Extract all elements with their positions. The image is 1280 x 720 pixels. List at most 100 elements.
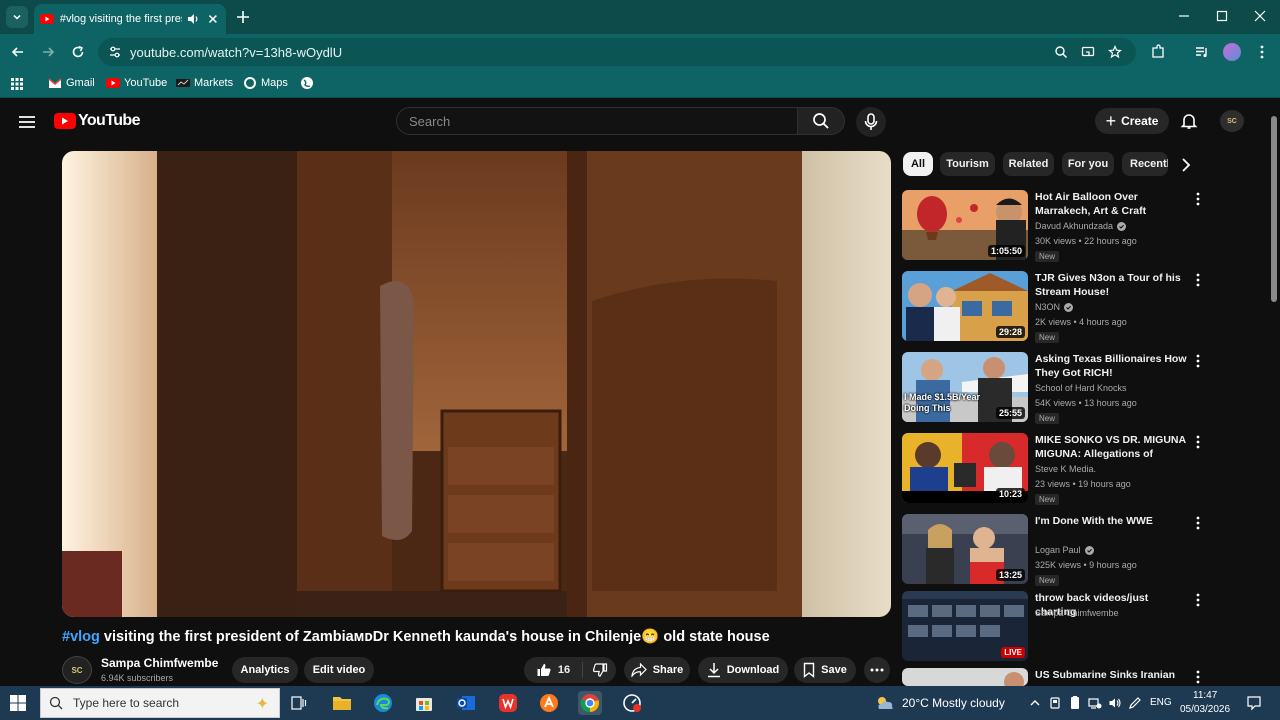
bookmark-gmail[interactable]: Gmail (48, 76, 95, 90)
recommendation-item[interactable]: I Made $1.5B/Year Doing This 25:55 Askin… (902, 352, 1202, 426)
bookmark-star-icon[interactable] (1108, 45, 1122, 59)
wps-office-icon[interactable] (496, 691, 520, 715)
edge-browser-icon[interactable] (371, 691, 395, 715)
site-info-icon[interactable] (108, 45, 122, 59)
maximize-icon[interactable] (1214, 8, 1230, 24)
chevron-right-icon[interactable] (1176, 156, 1194, 174)
analytics-button[interactable]: Analytics (232, 657, 298, 683)
rec-title[interactable]: TJR Gives N3on a Tour of his Stream Hous… (1035, 271, 1187, 299)
pen-icon[interactable] (1128, 696, 1142, 710)
microsoft-store-icon[interactable] (412, 691, 436, 715)
edit-video-button[interactable]: Edit video (304, 657, 374, 683)
reload-icon[interactable] (69, 43, 87, 61)
rec-channel[interactable]: Davud Akhundzada (1035, 221, 1127, 231)
close-tab-icon[interactable] (206, 12, 220, 26)
rec-channel[interactable]: School of Hard Knocks (1035, 383, 1127, 393)
clock-time[interactable]: 11:47 (1193, 690, 1217, 701)
close-window-icon[interactable] (1252, 8, 1268, 24)
recommendation-item[interactable]: LIVE throw back videos/just charting Sam… (902, 591, 1202, 665)
kebab-menu-icon[interactable] (1194, 192, 1202, 206)
kebab-menu-icon[interactable] (1194, 354, 1202, 368)
rec-channel[interactable]: N3ON (1035, 302, 1074, 312)
download-button[interactable]: Download (698, 657, 788, 683)
profile-avatar[interactable] (1223, 43, 1241, 61)
back-arrow-icon[interactable] (9, 43, 27, 61)
kebab-menu-icon[interactable] (1194, 435, 1202, 449)
youtube-logo[interactable]: YouTube (54, 112, 140, 130)
chip-tourism[interactable]: Tourism (940, 152, 995, 176)
network-icon[interactable] (1088, 696, 1102, 710)
tab-search-button[interactable] (6, 6, 28, 28)
clock-date[interactable]: 05/03/2026 (1180, 704, 1230, 715)
rec-title[interactable]: MIKE SONKO VS DR. MIGUNA MIGUNA: Allegat… (1035, 433, 1187, 461)
create-button[interactable]: + Create (1095, 108, 1169, 134)
chip-recently-uploaded[interactable]: Recently uploaded (1122, 152, 1168, 176)
page-scrollbar[interactable] (1268, 100, 1280, 686)
recommendation-item[interactable]: 1:05:50 Hot Air Balloon Over Marrakech, … (902, 190, 1202, 264)
bookmark-youtube[interactable]: YouTube (106, 76, 167, 90)
hamburger-menu-icon[interactable] (18, 114, 36, 130)
kebab-menu-icon[interactable] (1194, 670, 1202, 684)
rec-channel[interactable]: Logan Paul (1035, 545, 1094, 555)
channel-avatar[interactable]: SC (62, 656, 92, 684)
more-actions-button[interactable] (864, 657, 890, 683)
chip-all[interactable]: All (903, 152, 933, 176)
weather-text[interactable]: 20°C Mostly cloudy (902, 696, 1005, 710)
video-thumbnail[interactable]: LIVE (902, 591, 1028, 661)
kebab-menu-icon[interactable] (1254, 44, 1270, 60)
taskbar-search[interactable]: Type here to search ✦ (40, 688, 280, 718)
video-thumbnail[interactable]: I Made $1.5B/Year Doing This 25:55 (902, 352, 1028, 422)
media-controls-icon[interactable] (1194, 44, 1210, 60)
scrollbar-thumb[interactable] (1271, 116, 1277, 302)
speedometer-app-icon[interactable] (620, 691, 644, 715)
account-avatar[interactable]: SC (1220, 110, 1244, 132)
kebab-menu-icon[interactable] (1194, 273, 1202, 287)
minimize-icon[interactable] (1176, 8, 1192, 24)
language-indicator[interactable]: ENG (1150, 697, 1172, 708)
outlook-icon[interactable] (454, 691, 478, 715)
video-thumbnail[interactable]: 29:28 (902, 271, 1028, 341)
usb-device-icon[interactable] (1048, 696, 1062, 710)
rec-title[interactable]: US Submarine Sinks Iranian (1035, 668, 1187, 682)
bookmark-markets[interactable]: Markets (176, 76, 233, 90)
channel-name[interactable]: Sampa Chimfwembe (101, 656, 218, 670)
rec-channel[interactable]: Steve K Media. (1035, 464, 1096, 474)
file-explorer-icon[interactable] (330, 691, 354, 715)
cast-icon[interactable] (1081, 45, 1095, 59)
new-tab-icon[interactable] (234, 8, 252, 26)
bookmark-maps[interactable]: Maps (243, 76, 288, 90)
address-bar[interactable]: youtube.com/watch?v=13h8-wOydlU (98, 38, 1136, 66)
rec-title[interactable]: Asking Texas Billionaires How They Got R… (1035, 352, 1187, 380)
browser-tab-active[interactable]: #vlog visiting the first president of Za… (34, 4, 226, 34)
volume-icon[interactable] (1108, 696, 1122, 710)
extensions-icon[interactable] (1150, 44, 1166, 60)
rec-title[interactable]: Hot Air Balloon Over Marrakech, Art & Cr… (1035, 190, 1187, 218)
task-view-icon[interactable] (291, 696, 307, 710)
speaker-icon[interactable] (186, 12, 200, 26)
recommendation-item[interactable]: US Submarine Sinks Iranian (902, 668, 1202, 686)
recommendation-item[interactable]: 29:28 TJR Gives N3on a Tour of his Strea… (902, 271, 1202, 345)
share-button[interactable]: Share (624, 657, 690, 683)
video-thumbnail[interactable] (902, 668, 1028, 686)
voice-search-button[interactable] (856, 107, 886, 137)
like-button[interactable]: 16 (524, 657, 582, 683)
chip-for-you[interactable]: For you (1062, 152, 1114, 176)
weather-cloudy-icon[interactable] (874, 694, 896, 712)
notifications-bell-icon[interactable] (1180, 112, 1198, 130)
chevron-up-icon[interactable] (1028, 696, 1042, 710)
kebab-menu-icon[interactable] (1194, 516, 1202, 530)
search-button[interactable] (797, 107, 845, 135)
battery-icon[interactable] (1068, 696, 1082, 710)
bookmark-globe[interactable] (300, 76, 318, 90)
windows-start-icon[interactable] (10, 695, 26, 711)
forward-arrow-icon[interactable] (39, 43, 57, 61)
save-button[interactable]: Save (794, 657, 856, 683)
kebab-menu-icon[interactable] (1194, 593, 1202, 607)
video-thumbnail[interactable]: 13:25 (902, 514, 1028, 584)
chrome-icon[interactable] (578, 691, 602, 715)
video-hashtag[interactable]: #vlog (62, 629, 100, 645)
zoom-icon[interactable] (1054, 45, 1068, 59)
rec-channel[interactable]: Sampa Chimfwembe (1035, 608, 1119, 618)
video-thumbnail[interactable]: 1:05:50 (902, 190, 1028, 260)
recommendation-item[interactable]: 10:23 MIKE SONKO VS DR. MIGUNA MIGUNA: A… (902, 433, 1202, 507)
